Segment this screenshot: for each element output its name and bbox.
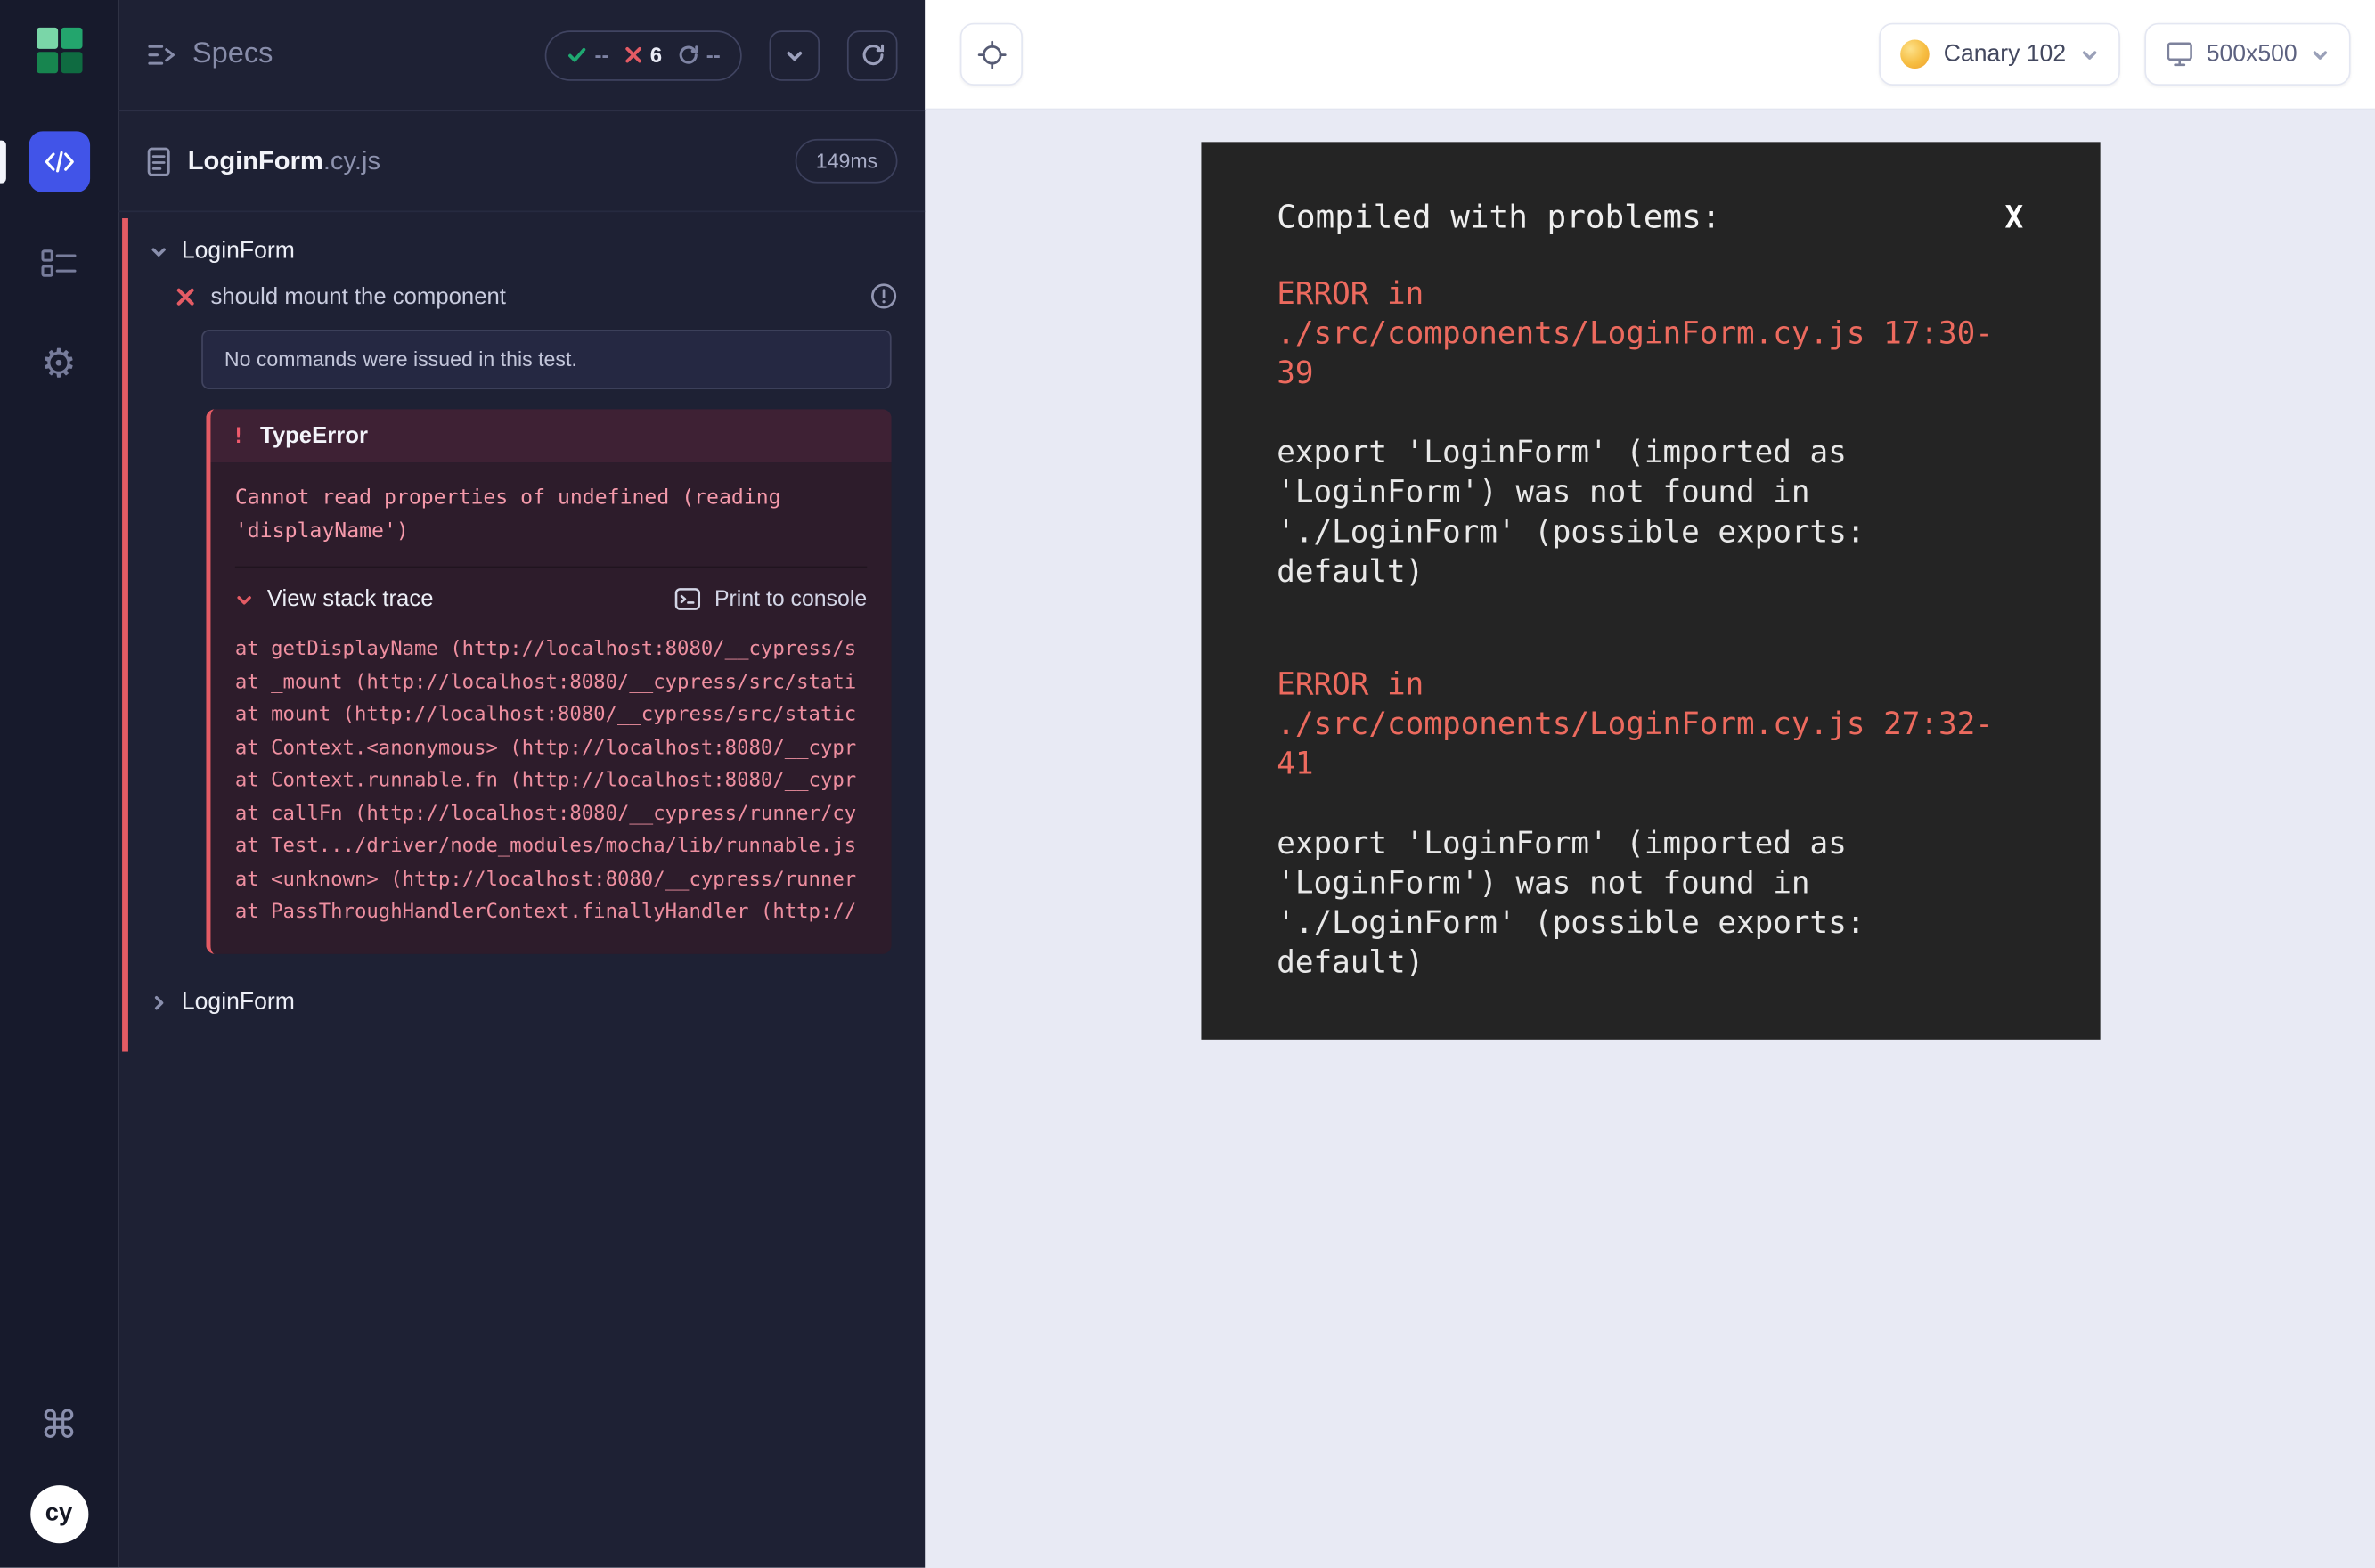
print-to-console-button[interactable]: Print to console (674, 587, 867, 611)
aut-area: Canary 102 500x500 (925, 0, 2375, 1568)
aut-viewport: Compiled with problems: X ERROR in ./src… (925, 110, 2375, 1567)
stack-line: at mount (http://localhost:8080/__cypres… (235, 699, 867, 732)
stack-line: at Context.runnable.fn (http://localhost… (235, 765, 867, 798)
duration-badge: 149ms (796, 139, 897, 184)
viewport-label: 500x500 (2207, 40, 2297, 68)
stack-line: at <unknown> (http://localhost:8080/__cy… (235, 863, 867, 896)
overlay-title-row: Compiled with problems: X (1277, 197, 2023, 237)
compile-error-location: ERROR in ./src/components/LoginForm.cy.j… (1277, 274, 2023, 393)
cross-icon (175, 286, 195, 306)
stat-passed: -- (566, 43, 609, 67)
canary-browser-icon (1901, 40, 1930, 69)
stack-line: at Context.<anonymous> (http://localhost… (235, 732, 867, 765)
stack-trace: at getDisplayName (http://localhost:8080… (235, 631, 867, 953)
cypress-cy-logo[interactable]: cy (29, 1485, 87, 1543)
passed-count: -- (594, 43, 608, 67)
test-row[interactable]: should mount the component (128, 276, 925, 323)
chevron-down-icon (2080, 45, 2099, 64)
cross-icon (624, 45, 643, 64)
reporter-panel: Specs -- 6 - (119, 0, 926, 1568)
collapse-all-button[interactable] (770, 29, 820, 80)
nav-item-settings[interactable]: ⚙ (0, 327, 118, 400)
selector-playground-button[interactable] (960, 23, 1023, 86)
browser-selector[interactable]: Canary 102 (1880, 23, 2119, 86)
error-name: TypeError (260, 423, 368, 449)
gear-icon: ⚙ (41, 344, 77, 384)
nav-item-runs[interactable] (0, 226, 118, 299)
document-icon (146, 146, 170, 176)
exclamation-icon: ! (232, 423, 244, 447)
no-commands-note: No commands were issued in this test. (201, 330, 891, 389)
aut-header: Canary 102 500x500 (925, 0, 2375, 110)
crosshair-icon (976, 39, 1007, 69)
collapsed-suite-title: LoginForm (182, 989, 295, 1017)
compile-error: ERROR in ./src/components/LoginForm.cy.j… (1277, 664, 2023, 981)
chevron-down-icon (150, 242, 168, 261)
webpack-error-overlay: Compiled with problems: X ERROR in ./src… (1201, 142, 2100, 1039)
pending-count: -- (706, 43, 721, 67)
error-header: ! TypeError (210, 409, 891, 462)
collapsed-suite-row[interactable]: LoginForm (128, 978, 925, 1027)
print-to-console-label: Print to console (714, 587, 867, 611)
stack-line: at callFn (http://localhost:8080/__cypre… (235, 798, 867, 831)
stat-failed: 6 (624, 43, 662, 67)
checklist-icon (41, 248, 76, 277)
suite-row[interactable]: LoginForm (128, 227, 925, 276)
chevron-down-icon[interactable] (235, 591, 254, 609)
error-card: ! TypeError Cannot read properties of un… (206, 409, 891, 953)
chevron-down-icon (785, 45, 804, 65)
console-icon (674, 588, 700, 611)
check-icon (566, 45, 587, 66)
failed-count: 6 (650, 43, 662, 67)
spec-file-name: LoginForm.cy.js (188, 146, 380, 176)
error-body: Cannot read properties of undefined (rea… (210, 462, 891, 953)
stack-line: at Test.../driver/node_modules/mocha/lib… (235, 830, 867, 863)
pending-icon (677, 45, 698, 66)
spec-file-ext: .cy.js (323, 146, 380, 176)
rerun-tests-button[interactable] (847, 29, 898, 80)
code-icon (29, 131, 90, 192)
active-indicator (0, 141, 6, 184)
compile-error-message: export 'LoginForm' (imported as 'LoginFo… (1277, 432, 2023, 591)
compile-error-location: ERROR in ./src/components/LoginForm.cy.j… (1277, 664, 2023, 783)
keyboard-shortcuts-button[interactable]: ⌘ (40, 1403, 78, 1449)
app: ⚙ ⌘ cy Specs -- (0, 0, 2375, 1568)
stack-line: at getDisplayName (http://localhost:8080… (235, 633, 867, 666)
test-stats: -- 6 -- (544, 29, 742, 80)
error-message: Cannot read properties of undefined (rea… (235, 462, 867, 567)
browser-label: Canary 102 (1944, 40, 2066, 68)
test-title: should mount the component (210, 283, 505, 309)
stack-trace-header: View stack trace Print to console (235, 567, 867, 631)
viewport-icon (2165, 41, 2192, 67)
chevron-right-icon (150, 993, 168, 1012)
reporter-header: Specs -- 6 - (119, 0, 926, 111)
compile-error: ERROR in ./src/components/LoginForm.cy.j… (1277, 274, 2023, 591)
viewport-selector[interactable]: 500x500 (2143, 23, 2350, 86)
cy-logo-text: cy (45, 1500, 72, 1528)
alert-circle-icon[interactable] (870, 282, 898, 310)
cypress-app-logo-icon (36, 28, 81, 73)
refresh-icon (861, 43, 885, 67)
view-stack-trace-toggle[interactable]: View stack trace (267, 586, 661, 612)
chevron-down-icon (2311, 45, 2330, 64)
failed-suite-block: LoginForm should mount the component No … (122, 218, 925, 1051)
stack-line: at PassThroughHandlerContext.finallyHand… (235, 896, 867, 929)
stat-pending: -- (677, 43, 721, 67)
specs-icon (146, 43, 176, 67)
nav-item-specs-active[interactable] (0, 125, 118, 198)
spec-file-row[interactable]: LoginForm.cy.js 149ms (119, 111, 926, 212)
panel-title: Specs (192, 38, 529, 72)
close-icon[interactable]: X (2004, 197, 2023, 237)
test-tree: LoginForm should mount the component No … (119, 212, 926, 1567)
nav-rail: ⚙ ⌘ cy (0, 0, 119, 1568)
compile-error-message: export 'LoginForm' (imported as 'LoginFo… (1277, 823, 2023, 982)
stack-line: at _mount (http://localhost:8080/__cypre… (235, 666, 867, 699)
overlay-title: Compiled with problems: (1277, 197, 1720, 237)
suite-title: LoginForm (182, 238, 295, 265)
command-icon: ⌘ (40, 1404, 78, 1447)
